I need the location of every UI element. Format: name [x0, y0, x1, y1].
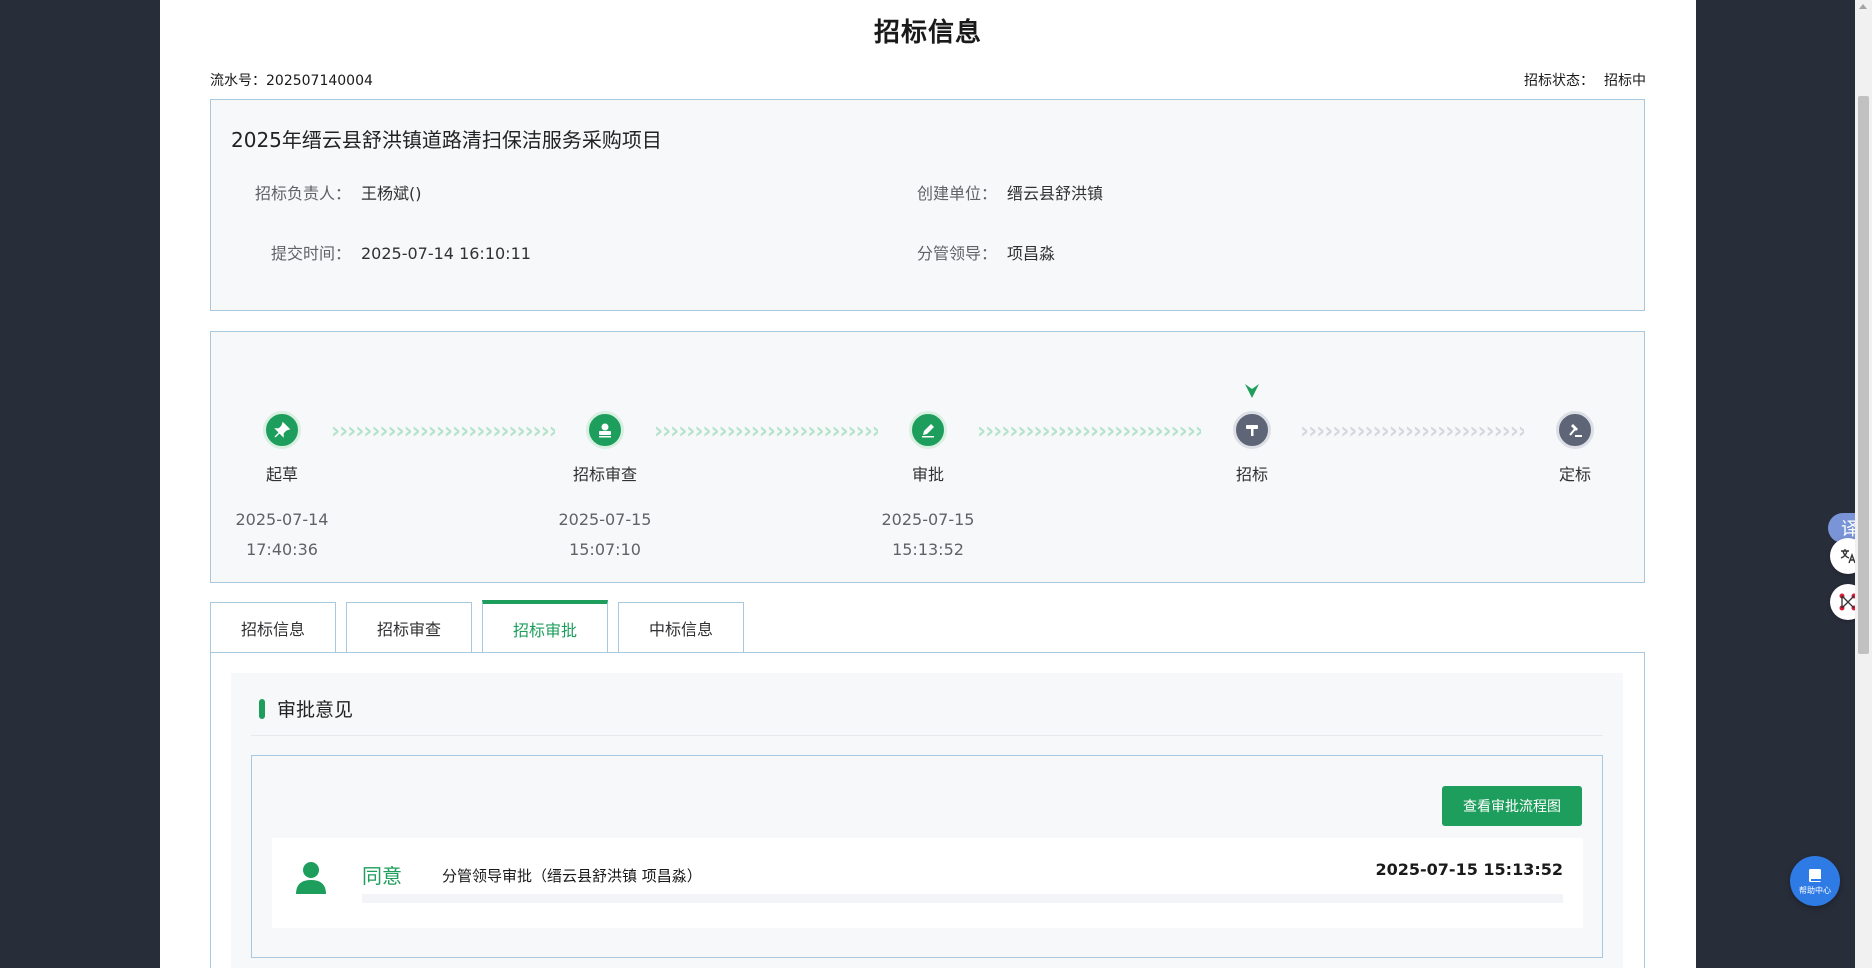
- step-name: 定标: [1558, 465, 1591, 484]
- approval-time: 2025-07-15 15:13:52: [1375, 860, 1563, 879]
- approval-record-divider: [362, 894, 1563, 903]
- page-title: 招标信息: [873, 18, 982, 48]
- leader-value: 项昌淼: [1007, 244, 1056, 263]
- step-name: 招标: [1235, 465, 1268, 484]
- step-connector-1: ››››››››››››››››››››››››››››››: [331, 420, 555, 444]
- step-date: 2025-07-15 15:07:10: [545, 505, 665, 565]
- approval-result: 同意: [362, 864, 402, 888]
- approval-description: 分管领导审批（缙云县舒洪镇 项昌淼）: [442, 867, 702, 885]
- stamp-icon: [586, 411, 624, 449]
- unit-label: 创建单位：: [916, 184, 997, 203]
- step-date-day: 2025-07-14: [235, 510, 329, 529]
- tab-tender-info[interactable]: 招标信息: [210, 602, 336, 653]
- step-name: 招标审查: [572, 465, 637, 484]
- step-name: 审批: [911, 465, 944, 484]
- step-date-time: 15:13:52: [892, 540, 964, 559]
- approval-opinion-box: 审批意见 查看审批流程图 同意 分管领导审批（缙云县舒洪镇 项昌淼） 2025-…: [231, 673, 1623, 968]
- owner-row: 招标负责人： 王杨斌(): [211, 180, 422, 204]
- leader-row: 分管领导： 项昌淼: [897, 240, 1055, 264]
- step-tender: 招标: [1192, 411, 1312, 505]
- step-date-time: 15:07:10: [569, 540, 641, 559]
- hammer-icon: [1233, 411, 1271, 449]
- step-name: 起草: [265, 465, 298, 484]
- approval-record: 同意 分管领导审批（缙云县舒洪镇 项昌淼） 2025-07-15 15:13:5…: [272, 838, 1583, 928]
- step-date: 2025-07-14 17:40:36: [222, 505, 342, 565]
- tab-tender-review[interactable]: 招标审查: [346, 602, 472, 653]
- pin-icon: [263, 411, 301, 449]
- user-avatar-icon: [296, 862, 326, 894]
- step-date: 2025-07-15 15:13:52: [868, 505, 988, 565]
- step-review: 招标审查 2025-07-15 15:07:10: [545, 411, 665, 565]
- scrollbar-thumb[interactable]: [1858, 96, 1869, 654]
- section-title-text: 审批意见: [277, 699, 354, 721]
- submit-time-label: 提交时间：: [270, 244, 351, 263]
- tab-tender-approval[interactable]: 招标审批: [482, 600, 608, 653]
- step-connector-4: ››››››››››››››››››››››››››››››: [1300, 420, 1524, 444]
- current-step-pointer-icon: [1245, 384, 1259, 398]
- approval-records-box: 查看审批流程图 同意 分管领导审批（缙云县舒洪镇 项昌淼） 2025-07-15…: [251, 755, 1603, 958]
- serial-label: 流水号：: [210, 73, 266, 89]
- view-approval-flow-button[interactable]: 查看审批流程图: [1442, 786, 1582, 826]
- help-center-label: 帮助中心: [1799, 885, 1831, 895]
- serial-number: 流水号：202507140004: [210, 70, 373, 90]
- process-steps: 起草 2025-07-14 17:40:36 ›››››››››››››››››…: [210, 331, 1645, 583]
- serial-value: 202507140004: [266, 73, 373, 89]
- page-content: 招标信息 流水号：202507140004 招标状态： 招标中 2025年缙云县舒…: [160, 0, 1696, 968]
- section-title: 审批意见: [259, 695, 353, 722]
- approval-panel: 审批意见 查看审批流程图 同意 分管领导审批（缙云县舒洪镇 项昌淼） 2025-…: [210, 652, 1645, 968]
- section-title-bar: [259, 698, 265, 719]
- section-divider: [251, 735, 1603, 736]
- page-scrollbar[interactable]: [1855, 0, 1872, 968]
- tender-status: 招标状态： 招标中: [1524, 70, 1646, 90]
- book-icon: [1809, 868, 1821, 882]
- project-info-card: 2025年缙云县舒洪镇道路清扫保洁服务采购项目 招标负责人： 王杨斌() 提交时间…: [210, 99, 1645, 311]
- step-date-day: 2025-07-15: [558, 510, 652, 529]
- scroll-up-icon[interactable]: [1859, 4, 1867, 9]
- status-label: 招标状态：: [1524, 73, 1594, 89]
- project-name: 2025年缙云县舒洪镇道路清扫保洁服务采购项目: [231, 128, 662, 152]
- gavel-icon: [1556, 411, 1594, 449]
- step-date-day: 2025-07-15: [881, 510, 975, 529]
- submit-time-value: 2025-07-14 16:10:11: [361, 244, 531, 263]
- leader-label: 分管领导：: [916, 244, 997, 263]
- help-center-button[interactable]: 帮助中心: [1790, 856, 1840, 906]
- step-connector-2: ››››››››››››››››››››››››››››››: [654, 420, 878, 444]
- step-connector-3: ››››››››››››››››››››››››››››››: [977, 420, 1201, 444]
- step-date-time: 17:40:36: [246, 540, 318, 559]
- unit-value: 缙云县舒洪镇: [1007, 184, 1104, 203]
- step-approval: 审批 2025-07-15 15:13:52: [868, 411, 988, 565]
- owner-label: 招标负责人：: [254, 184, 351, 203]
- submit-time-row: 提交时间： 2025-07-14 16:10:11: [211, 240, 531, 264]
- owner-value: 王杨斌(): [361, 184, 422, 203]
- step-draft: 起草 2025-07-14 17:40:36: [222, 411, 342, 565]
- unit-row: 创建单位： 缙云县舒洪镇: [897, 180, 1103, 204]
- tab-award-info[interactable]: 中标信息: [618, 602, 744, 653]
- step-award: 定标: [1515, 411, 1635, 505]
- status-value: 招标中: [1604, 73, 1646, 89]
- pen-icon: [909, 411, 947, 449]
